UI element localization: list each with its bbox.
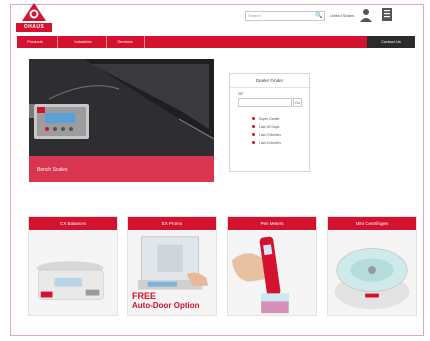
pen-meter-image [228,230,316,315]
dealer-link[interactable]: Super Dealer [252,115,281,123]
dealer-link[interactable]: Last 30 Days [252,123,281,131]
tile-title: Mini Centrifuges [328,217,416,230]
user-icon[interactable] [360,8,372,22]
tile-ex-promo[interactable]: EX Promo FREE Auto-Door Option [127,216,217,316]
mini-centrifuge-image [328,230,416,315]
logo-text: OHAUS [16,23,52,32]
nav-divider [144,36,145,48]
promo-text-free: FREE [132,291,157,301]
dealer-links: Super Dealer Last 30 Days Last 3 Months … [252,115,281,147]
nav-item-products[interactable]: Products [17,36,53,48]
ohaus-logo[interactable]: OHAUS [16,3,52,33]
cx-balance-image [29,230,117,315]
tile-title: EX Promo [128,217,216,230]
promo-text-option: Auto-Door Option [132,301,200,310]
dealer-finder-title: Dealer Finder [255,78,284,83]
hero-caption: Bench Scales [37,167,68,173]
dealer-link[interactable]: Last 6 Months [252,139,281,147]
search-icon[interactable]: 🔍 [313,11,325,21]
hero-banner[interactable]: Bench Scales [29,59,214,182]
tile-pen-meters[interactable]: Pen Meters [227,216,317,316]
main-navbar: Products Industries Services [17,36,415,48]
dealer-finder-panel: Dealer Finder ZIP Go Super Dealer Last 3… [229,73,310,172]
go-button[interactable]: Go [293,98,302,107]
nav-item-industries[interactable]: Industries [64,36,102,48]
tile-mini-centrifuges[interactable]: Mini Centrifuges [327,216,417,316]
country-selector[interactable]: United States [330,13,354,18]
nav-divider [57,36,58,48]
divider [230,87,309,88]
nav-divider [106,36,107,48]
tile-title: Pen Meters [228,217,316,230]
tile-title: CX Balances [29,217,117,230]
logo-mark-icon [22,3,46,21]
zip-label: ZIP [238,92,244,96]
nav-item-services[interactable]: Services [110,36,140,48]
cart-icon[interactable] [382,8,392,22]
zip-input[interactable] [238,98,292,107]
dealer-link[interactable]: Last 3 Months [252,131,281,139]
contact-us-button[interactable]: Contact Us [367,36,415,48]
tile-cx-balances[interactable]: CX Balances [28,216,118,316]
